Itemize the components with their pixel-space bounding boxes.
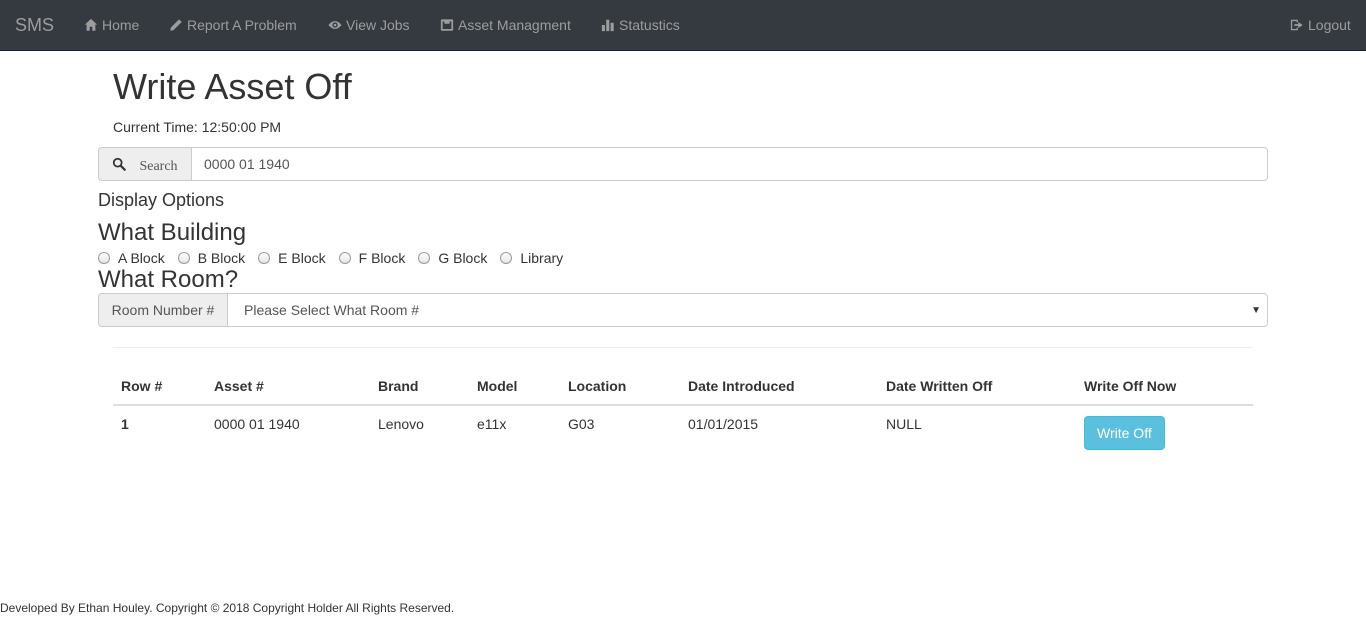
nav-jobs-label: View Jobs [346,17,410,33]
cell-brand: Lenovo [378,416,424,432]
radio-g-block[interactable] [418,252,431,264]
room-select-value: Please Select What Room # [244,302,420,318]
th-location: Location [560,367,680,406]
cell-row: 1 [121,416,129,432]
table-row: 1 0000 01 1940 Lenovo e11x G03 01/01/201… [113,405,1253,455]
search-button[interactable]: Search [98,147,191,181]
th-date-written-off: Date Written Off [878,367,1076,406]
radio-label-a-block: A Block [118,250,165,266]
nav-report-problem[interactable]: Report A Problem [169,16,297,34]
radio-label-f-block: F Block [358,250,406,266]
cell-date-introduced: 01/01/2015 [688,416,759,432]
search-group: Search [98,147,1268,181]
building-heading: What Building [98,219,247,246]
radio-f-block[interactable] [338,252,351,264]
logout-icon [1290,19,1303,31]
cell-location: G03 [568,416,595,432]
search-label: Search [139,158,178,174]
nav-asset-management[interactable]: Asset Managment [440,16,571,34]
radio-label-library: Library [520,250,564,266]
radio-label-b-block: B Block [197,250,246,266]
room-number-addon: Room Number # [98,293,227,327]
nav-logout-label: Logout [1308,17,1351,33]
building-radio-group: A Block B Block E Block F Block G Block … [98,250,576,266]
th-asset: Asset # [206,367,370,406]
th-row: Row # [113,367,206,406]
nav-logout[interactable]: Logout [1290,16,1351,34]
cell-date-written-off: NULL [886,416,922,432]
current-time: Current Time: 12:50:00 PM [113,119,282,135]
inbox-icon [440,19,454,31]
nav-statistics[interactable]: Statustics [601,16,680,34]
th-model: Model [469,367,560,406]
table-header-row: Row # Asset # Brand Model Location Date … [113,367,1253,406]
page-title: Write Asset Off [113,66,352,107]
radio-library[interactable] [500,252,513,264]
eye-icon [328,21,342,29]
navbar: SMS Home Report A Problem View Jobs Asse… [0,0,1366,51]
pencil-icon [170,19,182,31]
cell-action: Write Off [1076,405,1253,455]
home-icon [84,18,98,31]
radio-label-g-block: G Block [438,250,488,266]
th-write-off-now: Write Off Now [1076,367,1253,406]
room-heading: What Room? [98,266,239,293]
cell-model: e11x [477,416,507,432]
radio-label-e-block: E Block [278,250,326,266]
cell-asset: 0000 01 1940 [214,416,300,432]
bar-chart-icon [601,19,614,32]
radio-e-block[interactable] [258,252,271,264]
caret-down-icon: ▼ [1251,304,1261,316]
brand-link[interactable]: SMS [15,14,54,36]
th-brand: Brand [370,367,469,406]
radio-a-block[interactable] [98,252,110,264]
room-group: Room Number # Please Select What Room # … [98,293,1268,327]
nav-stats-label: Statustics [619,17,680,33]
nav-report-label: Report A Problem [187,17,297,33]
divider [113,347,1253,348]
write-off-button[interactable]: Write Off [1084,416,1165,450]
assets-table: Row # Asset # Brand Model Location Date … [113,367,1253,455]
nav-home[interactable]: Home [84,16,139,34]
search-input[interactable] [191,147,1268,181]
room-select[interactable]: Please Select What Room # ▼ [227,293,1268,327]
nav-view-jobs[interactable]: View Jobs [328,16,410,34]
display-options-label: Display Options [98,190,225,210]
nav-home-label: Home [102,17,140,33]
radio-b-block[interactable] [177,252,190,264]
footer-copyright: Developed By Ethan Houley. Copyright © 2… [0,601,455,615]
nav-asset-label: Asset Managment [458,17,571,33]
th-date-introduced: Date Introduced [680,367,878,406]
search-icon [113,157,127,171]
